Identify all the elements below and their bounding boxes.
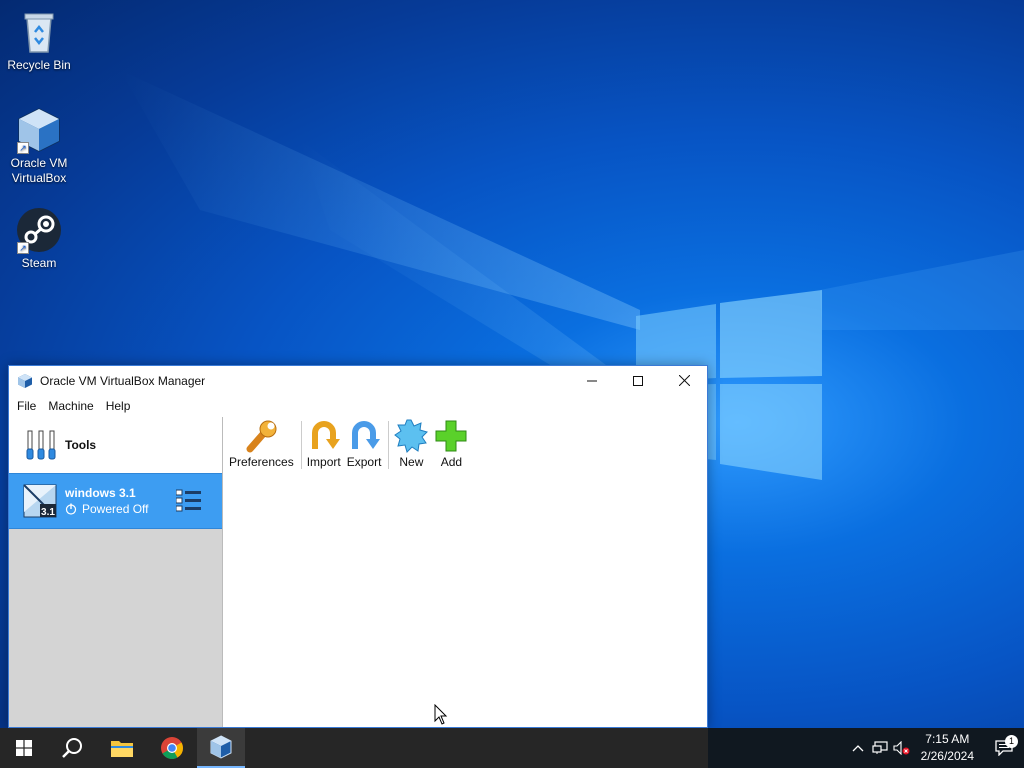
clock-date: 2/26/2024 [920, 749, 974, 763]
export-label: Export [346, 455, 382, 469]
menu-file[interactable]: File [11, 395, 42, 417]
vm-details-menu-icon[interactable] [176, 489, 202, 513]
show-hidden-icons-button[interactable] [847, 744, 869, 752]
start-button[interactable] [0, 728, 48, 768]
vm-state: Powered Off [82, 502, 149, 516]
tools-item[interactable]: Tools [9, 417, 222, 473]
title-bar[interactable]: Oracle VM VirtualBox Manager [9, 366, 707, 395]
close-icon [678, 375, 690, 386]
shortcut-arrow-icon: ↗ [17, 242, 29, 254]
network-button[interactable] [869, 741, 891, 755]
taskbar: 7:15 AM 2/26/2024 1 [0, 728, 1024, 768]
vm-version-badge: 3.1 [41, 507, 55, 518]
desktop-icon-label: Steam [21, 256, 57, 270]
recycle-bin-icon [24, 13, 54, 53]
windows-31-vm-icon: 3.1 [23, 484, 57, 518]
export-button[interactable]: Export [345, 419, 384, 469]
new-button[interactable]: New [392, 419, 430, 469]
taskbar-virtualbox[interactable] [197, 728, 245, 768]
folder-icon [111, 741, 133, 757]
system-tray: 7:15 AM 2/26/2024 1 [847, 728, 1024, 768]
add-plus-icon [435, 420, 467, 452]
windows-start-icon [16, 740, 32, 756]
taskbar-chrome[interactable] [148, 728, 196, 768]
clock-time: 7:15 AM [925, 732, 970, 746]
shortcut-arrow-icon: ↗ [17, 142, 29, 154]
tools-pane: Preferences Import Export New Add [223, 417, 707, 727]
import-label: Import [306, 455, 341, 469]
main-toolbar: Preferences Import Export New Add [223, 417, 707, 469]
new-star-icon [394, 419, 429, 453]
power-off-icon [65, 503, 77, 515]
machine-list-pane: Tools 3.1 windows 3.1 Powered Off [9, 417, 223, 727]
preferences-label: Preferences [229, 455, 294, 469]
network-icon [872, 741, 888, 754]
vm-list-item[interactable]: 3.1 windows 3.1 Powered Off [9, 473, 222, 529]
chevron-up-icon [852, 745, 864, 752]
menu-bar: File Machine Help [9, 395, 707, 417]
search-button[interactable] [48, 728, 96, 768]
desktop-icon-virtualbox[interactable]: ↗ Oracle VM VirtualBox [2, 106, 76, 186]
tools-icon [26, 430, 56, 460]
desktop-icon-label: Oracle VM VirtualBox [10, 156, 68, 185]
minimize-button[interactable] [569, 366, 615, 395]
new-label: New [399, 455, 424, 469]
add-button[interactable]: Add [432, 419, 470, 469]
mouse-cursor-icon [434, 704, 448, 725]
desktop-icon-steam[interactable]: ↗ Steam [2, 206, 76, 271]
menu-help[interactable]: Help [100, 395, 137, 417]
close-button[interactable] [661, 366, 707, 395]
maximize-button[interactable] [615, 366, 661, 395]
tools-label: Tools [65, 438, 97, 452]
volume-button[interactable] [891, 741, 913, 755]
taskbar-file-explorer[interactable] [98, 728, 146, 768]
import-button[interactable]: Import [305, 419, 343, 469]
action-center-button[interactable]: 1 [984, 735, 1024, 756]
virtualbox-cube-icon [210, 735, 232, 759]
virtualbox-app-icon [18, 373, 32, 388]
menu-machine[interactable]: Machine [42, 395, 99, 417]
preferences-button[interactable]: Preferences [227, 419, 296, 469]
minimize-icon [587, 380, 597, 381]
search-icon [62, 738, 82, 758]
chrome-icon [161, 737, 183, 759]
clock[interactable]: 7:15 AM 2/26/2024 [921, 731, 974, 765]
toolbar-separator [388, 421, 390, 469]
vm-name: windows 3.1 [65, 486, 136, 500]
notification-count-badge: 1 [1005, 735, 1018, 748]
maximize-icon [633, 375, 643, 386]
virtualbox-manager-window: Oracle VM VirtualBox Manager File Machin… [8, 365, 708, 728]
desktop-icon-label: Recycle Bin [7, 58, 71, 72]
import-arrow-icon [311, 421, 340, 449]
desktop-icon-recycle-bin[interactable]: Recycle Bin [2, 8, 76, 73]
window-title: Oracle VM VirtualBox Manager [40, 373, 206, 388]
volume-muted-icon [893, 741, 910, 755]
wrench-icon [246, 420, 277, 453]
add-label: Add [440, 455, 463, 469]
toolbar-separator [300, 421, 302, 469]
export-arrow-icon [352, 421, 381, 449]
